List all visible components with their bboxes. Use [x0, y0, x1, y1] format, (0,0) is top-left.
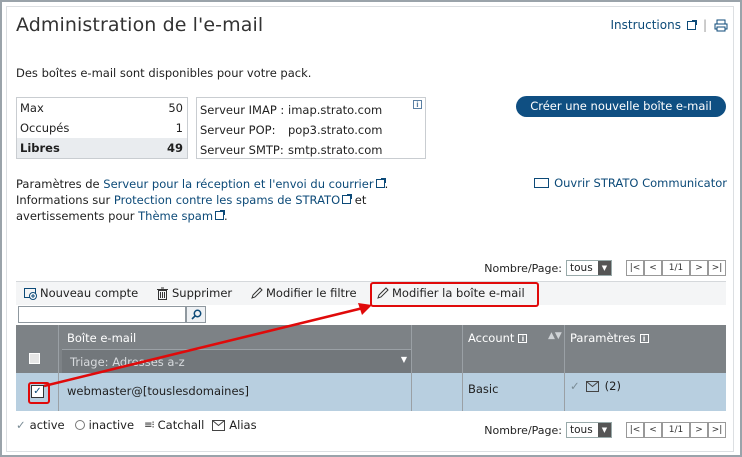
server-row-pop: Serveur POP: pop3.strato.com — [200, 120, 425, 140]
external-link-icon — [686, 19, 697, 30]
server-value: smtp.strato.com — [288, 143, 383, 157]
communicator-link-wrap[interactable]: Ouvrir STRATO Communicator — [534, 176, 727, 190]
new-account-icon — [24, 287, 37, 300]
stat-row-max: Max 50 — [17, 98, 187, 118]
alias-icon — [212, 419, 226, 431]
pager-label: Nombre/Page: — [484, 423, 562, 437]
alias-count: (2) — [604, 379, 621, 393]
info-icon[interactable]: i — [518, 333, 528, 343]
prev-page-button[interactable]: < — [644, 422, 662, 438]
col-account-label: Account — [468, 331, 515, 345]
top-right-links: Instructions | — [610, 18, 728, 32]
stat-row-used: Occupés 1 — [17, 118, 187, 138]
per-page-value: tous — [570, 262, 593, 274]
account-type: Basic — [468, 382, 499, 396]
server-row-smtp: Serveur SMTP: smtp.strato.com — [200, 140, 425, 160]
active-check-icon: ✓ — [570, 379, 580, 393]
column-divider — [462, 325, 463, 411]
first-page-button[interactable]: |< — [626, 422, 644, 438]
next-page-button[interactable]: > — [690, 422, 708, 438]
col-settings-label: Paramètres — [570, 331, 636, 345]
server-settings-link[interactable]: Serveur pour la réception et l'envoi du … — [103, 177, 373, 191]
links-text: et — [351, 193, 367, 207]
column-divider — [411, 325, 412, 411]
last-page-button[interactable]: >| — [708, 260, 726, 276]
links-text: avertissements pour — [16, 209, 139, 223]
communicator-link[interactable]: Ouvrir STRATO Communicator — [554, 176, 727, 190]
alias-icon[interactable] — [585, 380, 599, 392]
row-settings: ✓ (2) — [570, 379, 621, 393]
server-label: Serveur IMAP : — [200, 103, 285, 117]
external-link-icon — [375, 178, 386, 188]
page-title: Administration de l'e-mail — [16, 14, 264, 36]
intro-text: Des boîtes e-mail sont disponibles pour … — [16, 66, 312, 80]
active-check-icon: ✓ — [16, 418, 26, 432]
per-page-select[interactable]: tous ▼ — [566, 260, 612, 276]
stat-row-free: Libres 49 — [17, 138, 187, 158]
sort-arrows-icon[interactable]: ▲▼ — [548, 331, 562, 341]
annotation-arrow — [43, 303, 372, 388]
first-page-button[interactable]: |< — [626, 260, 644, 276]
spam-protection-link[interactable]: Protection contre les spams de STRATO — [114, 193, 340, 207]
envelope-icon — [534, 178, 550, 188]
stat-value: 50 — [168, 101, 183, 115]
info-icon[interactable]: i — [639, 333, 649, 343]
inactive-icon — [74, 420, 85, 430]
stat-value: 49 — [166, 141, 183, 155]
links-text: Paramètres de — [16, 177, 104, 191]
edit-mailbox-highlight — [370, 282, 539, 307]
legend-alias: Alias — [229, 418, 257, 432]
server-value: pop3.strato.com — [288, 123, 383, 137]
catchall-icon: ≡⁝ — [144, 419, 155, 431]
select-all-checkbox[interactable] — [29, 353, 40, 364]
print-icon[interactable] — [714, 19, 728, 32]
server-value: imap.strato.com — [288, 103, 383, 117]
server-label: Serveur POP: — [200, 123, 276, 137]
info-links: Paramètres de Serveur pour la réception … — [16, 176, 416, 224]
next-page-button[interactable]: > — [690, 260, 708, 276]
stat-label: Occupés — [20, 121, 70, 135]
external-link-icon — [215, 210, 226, 220]
legend-inactive: inactive — [88, 418, 135, 432]
per-page-select[interactable]: tous ▼ — [566, 422, 612, 438]
stat-value: 1 — [175, 121, 183, 135]
legend-catchall: Catchall — [157, 418, 205, 432]
external-link-icon — [342, 194, 353, 204]
create-mailbox-button[interactable]: Créer une nouvelle boîte e-mail — [516, 96, 726, 117]
legend-active: active — [29, 418, 65, 432]
spam-theme-link[interactable]: Thème spam — [138, 209, 213, 223]
col-settings-header: Paramètres i — [570, 331, 649, 345]
info-icon[interactable]: i — [413, 100, 422, 109]
pager-label: Nombre/Page: — [484, 261, 562, 275]
mailbox-stats: Max 50 Occupés 1 Libres 49 — [16, 97, 188, 159]
col-account-header[interactable]: Account i — [468, 331, 528, 345]
chevron-down-icon: ▼ — [400, 355, 407, 364]
server-label: Serveur SMTP: — [200, 143, 284, 157]
stat-label: Max — [20, 101, 44, 115]
last-page-button[interactable]: >| — [708, 422, 726, 438]
server-info: i Serveur IMAP : imap.strato.com Serveur… — [196, 97, 426, 159]
stat-label: Libres — [20, 141, 60, 155]
links-text: Informations sur — [16, 193, 114, 207]
per-page-value: tous — [570, 424, 593, 436]
pager-bottom: Nombre/Page: tous ▼ |< < 1/1 > >| — [484, 422, 726, 438]
status-legend: ✓ active inactive ≡⁝ Catchall Alias — [16, 418, 257, 432]
prev-page-button[interactable]: < — [644, 260, 662, 276]
pager-top: Nombre/Page: tous ▼ |< < 1/1 > >| — [484, 260, 726, 276]
page-indicator: 1/1 — [662, 422, 690, 438]
chevron-down-icon: ▼ — [598, 261, 611, 275]
separator: | — [702, 18, 707, 32]
column-divider — [564, 325, 565, 411]
instructions-link[interactable]: Instructions — [610, 18, 680, 32]
chevron-down-icon: ▼ — [598, 423, 611, 437]
page-indicator: 1/1 — [662, 260, 690, 276]
server-row-imap: Serveur IMAP : imap.strato.com — [200, 100, 425, 120]
